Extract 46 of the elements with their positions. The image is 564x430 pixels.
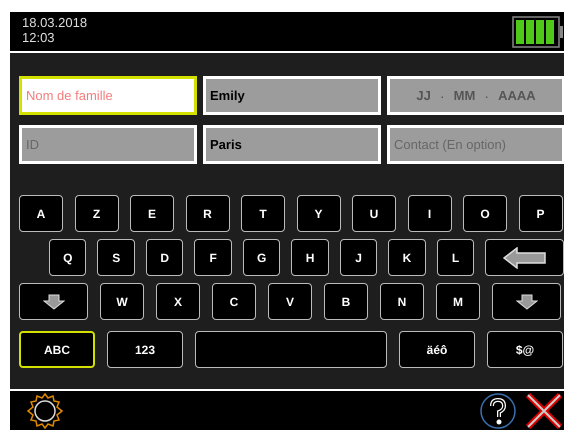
arrow-left-icon [502, 246, 547, 268]
settings-icon[interactable] [26, 392, 64, 430]
key[interactable]: Z [74, 195, 118, 232]
close-icon[interactable] [525, 392, 563, 430]
key[interactable]: M [436, 283, 480, 320]
key[interactable]: O [463, 195, 507, 232]
key[interactable]: X [156, 283, 200, 320]
key[interactable]: P [518, 195, 562, 232]
key[interactable]: L [436, 239, 474, 276]
key[interactable]: W [100, 283, 144, 320]
key[interactable]: N [380, 283, 424, 320]
mode-key[interactable]: ABC [19, 331, 95, 368]
input-field[interactable]: Emily [203, 76, 381, 115]
date-text: 18.03.2018 [22, 15, 88, 30]
key[interactable]: E [130, 195, 174, 232]
key[interactable]: A [19, 195, 63, 232]
arrow-down-icon [42, 294, 64, 310]
shift-key[interactable] [19, 283, 88, 320]
key[interactable]: G [242, 239, 280, 276]
battery-icon [512, 16, 564, 48]
key[interactable]: D [146, 239, 184, 276]
key[interactable]: C [212, 283, 256, 320]
arrow-down-icon [516, 294, 538, 310]
input-field[interactable]: Nom de famille [19, 76, 197, 115]
input-field[interactable]: Paris [203, 125, 381, 164]
key[interactable]: I [408, 195, 452, 232]
help-icon[interactable] [479, 392, 517, 430]
shift-key[interactable] [492, 283, 561, 320]
space-key[interactable] [195, 331, 387, 368]
time-text: 12:03 [22, 30, 56, 45]
key[interactable]: Y [296, 195, 340, 232]
key[interactable]: F [194, 239, 232, 276]
mode-key[interactable]: äéô [399, 331, 475, 368]
key[interactable]: J [340, 239, 378, 276]
key[interactable]: T [241, 195, 285, 232]
key[interactable]: Q [49, 239, 86, 276]
key[interactable]: B [324, 283, 368, 320]
key[interactable]: R [186, 195, 230, 232]
key[interactable]: V [268, 283, 312, 320]
mode-key[interactable]: $@ [487, 331, 563, 368]
key[interactable]: U [352, 195, 396, 232]
mode-key[interactable]: 123 [107, 331, 183, 368]
key[interactable]: H [291, 239, 329, 276]
key[interactable]: S [97, 239, 135, 276]
backspace-key[interactable] [485, 239, 564, 276]
key[interactable]: K [388, 239, 426, 276]
